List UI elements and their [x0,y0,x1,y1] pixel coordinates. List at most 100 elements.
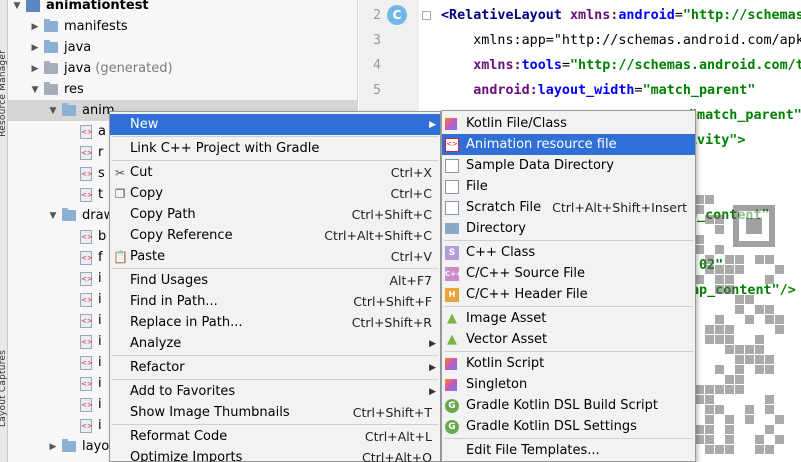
menu-item-label: Optimize Imports [130,450,243,462]
menu-item-label: Directory [466,221,526,236]
menu-item-file[interactable]: File [442,176,695,197]
menu-item-copy-path[interactable]: Copy Path Ctrl+Shift+C [110,204,440,225]
menu-item-optimize-imports[interactable]: Optimize Imports Ctrl+Alt+O [110,447,440,462]
tree-label: layo [82,439,110,454]
menu-item-image-asset[interactable]: ▲ Image Asset [442,308,695,329]
class-badge-icon[interactable]: C [387,5,407,25]
menu-separator [444,351,693,352]
folder-icon [62,103,76,116]
tree-label-suffix: (generated) [95,61,173,76]
cpp-class-icon: S [445,245,459,260]
cpp-source-icon: C++ [445,266,462,281]
menu-item-refactor[interactable]: Refactor ▶ [110,357,440,378]
menu-item-gradle-kotlin-dsl-build-script[interactable]: G Gradle Kotlin DSL Build Script [442,395,695,416]
expand-down-icon[interactable]: ▼ [48,211,58,221]
tree-label: animationtest [46,0,149,13]
xml-file-icon: <> [80,313,93,328]
expand-down-icon[interactable]: ▼ [30,85,40,95]
animation-file-icon: <> [445,137,459,152]
resource-manager-tab[interactable]: Resource Manager [0,50,8,137]
expand-down-icon[interactable]: ▼ [12,1,22,11]
folder-icon [44,40,58,53]
menu-item-label: Cut [130,165,153,180]
menu-item-gradle-kotlin-dsl-settings[interactable]: G Gradle Kotlin DSL Settings [442,416,695,437]
tree-label: r [98,145,104,160]
tree-row-animationtest[interactable]: ▼ animationtest [8,0,357,16]
code-token: p_content" [689,208,770,223]
tree-row-java[interactable]: ▶ java (generated) [8,58,357,79]
menu-item-analyze[interactable]: Analyze ▶ [110,333,440,354]
menu-item-copy-reference[interactable]: Copy Reference Ctrl+Alt+Shift+C [110,225,440,246]
menu-item-c-class[interactable]: S C++ Class [442,242,695,263]
menu-item-paste[interactable]: 📋 Paste Ctrl+V [110,246,440,267]
expand-right-icon[interactable]: ▶ [30,43,40,53]
code-token: xmlns: [473,58,522,73]
tree-label: java [64,40,92,55]
menu-item-label: C/C++ Source File [466,266,585,281]
menu-item-label: New [130,117,159,132]
tree-label: i [98,271,102,286]
code-token: "match_parent" [689,108,801,123]
kotlin-icon [445,117,457,130]
menu-item-directory[interactable]: Directory [442,218,695,239]
expand-right-icon[interactable]: ▶ [30,64,40,74]
cpp-header-icon: H [445,287,459,302]
folder-icon [445,223,459,234]
menu-item-c-c-header-file[interactable]: H C/C++ Header File [442,284,695,305]
submenu-arrow-icon: ▶ [429,386,436,397]
menu-item-shortcut: Ctrl+Shift+C [351,207,432,222]
file-icon [445,158,459,173]
tree-label: java [64,61,92,76]
menu-item-c-c-source-file[interactable]: C++ C/C++ Source File [442,263,695,284]
xml-file-icon: <> [80,124,93,139]
menu-item-copy[interactable]: ❐ Copy Ctrl+C [110,183,440,204]
menu-item-label: Copy Path [130,207,196,222]
clipboard-icon: 📋 [113,249,128,264]
menu-item-find-in-path[interactable]: Find in Path... Ctrl+Shift+F [110,291,440,312]
tree-label: s [98,166,105,181]
xml-file-icon: <> [80,187,93,202]
submenu-arrow-icon: ▶ [429,362,436,373]
menu-item-add-to-favorites[interactable]: Add to Favorites ▶ [110,381,440,402]
menu-separator [112,379,438,380]
menu-item-new[interactable]: New ▶ [110,114,440,135]
menu-item-vector-asset[interactable]: ▲ Vector Asset [442,329,695,350]
layout-captures-tab[interactable]: Layout Captures [0,350,8,427]
menu-item-sample-data-directory[interactable]: Sample Data Directory [442,155,695,176]
menu-item-animation-resource-file[interactable]: <> Animation resource file [442,134,695,155]
left-tool-strip: Resource Manager Layout Captures [0,0,8,462]
menu-item-singleton[interactable]: Singleton [442,374,695,395]
menu-item-reformat-code[interactable]: Reformat Code Ctrl+Alt+L [110,426,440,447]
menu-item-show-image-thumbnails[interactable]: Show Image Thumbnails Ctrl+Shift+T [110,402,440,423]
menu-separator [112,136,438,137]
menu-item-label: Refactor [130,360,185,375]
copy-icon: ❐ [114,186,126,201]
tree-row-res[interactable]: ▼ res [8,79,357,100]
tree-row-manifests[interactable]: ▶ manifests [8,16,357,37]
menu-item-kotlin-script[interactable]: Kotlin Script [442,353,695,374]
menu-separator [112,160,438,161]
menu-item-link-c-project-with-gradle[interactable]: Link C++ Project with Gradle [110,138,440,159]
code-line: xmlns:app="http://schemas.android.com/ap… [441,33,801,48]
xml-file-icon: <> [80,229,93,244]
tree-label: i [98,397,102,412]
code-line: ivity"> [689,133,745,148]
menu-item-edit-file-templates[interactable]: Edit File Templates... [442,440,695,461]
code-token: xmlns:app="http://schemas.android.com/ap… [441,33,801,48]
fold-marker-icon[interactable] [422,11,431,20]
tree-row-java[interactable]: ▶ java [8,37,357,58]
menu-item-kotlin-file-class[interactable]: Kotlin File/Class [442,113,695,134]
expand-right-icon[interactable]: ▶ [48,442,58,452]
expand-down-icon[interactable]: ▼ [48,106,58,116]
menu-item-find-usages[interactable]: Find Usages Alt+F7 [110,270,440,291]
menu-item-shortcut: Ctrl+Alt+Shift+Insert [552,200,687,215]
menu-item-cut[interactable]: ✂ Cut Ctrl+X [110,162,440,183]
menu-item-shortcut: Alt+F7 [389,273,432,288]
expand-right-icon[interactable]: ▶ [30,22,40,32]
menu-item-replace-in-path[interactable]: Replace in Path... Ctrl+Shift+R [110,312,440,333]
menu-item-scratch-file[interactable]: Scratch File Ctrl+Alt+Shift+Insert [442,197,695,218]
menu-separator [112,424,438,425]
menu-item-label: Kotlin File/Class [466,116,567,131]
